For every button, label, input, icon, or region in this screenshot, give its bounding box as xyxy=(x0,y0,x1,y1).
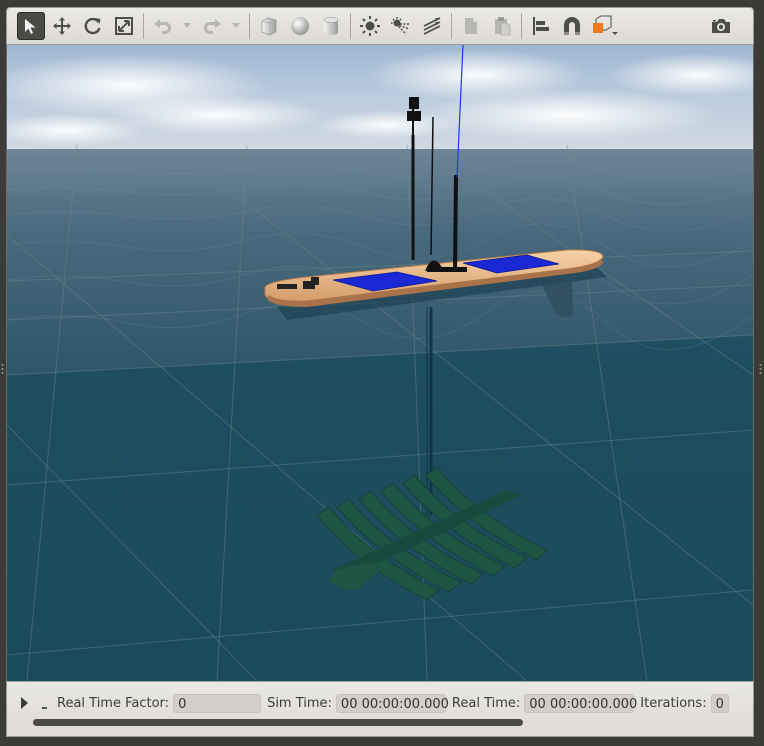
redo-icon xyxy=(204,19,221,34)
gazebo-window: Real Time Factor: 0 Sim Time: 00 00:00:0… xyxy=(0,0,764,746)
undo-history-button[interactable] xyxy=(180,12,194,40)
paste-button[interactable] xyxy=(488,12,516,40)
align-icon xyxy=(533,17,549,35)
copy-button[interactable] xyxy=(457,12,485,40)
snap-button[interactable] xyxy=(558,12,586,40)
point-light-button[interactable] xyxy=(356,12,384,40)
left-splitter-handle[interactable] xyxy=(1,362,4,376)
spot-light-button[interactable] xyxy=(387,12,415,40)
toolbar-separator xyxy=(451,13,452,39)
box-icon xyxy=(261,17,277,36)
chevron-down-icon xyxy=(183,23,191,28)
horizontal-scrollbar[interactable] xyxy=(33,719,523,726)
translate-mode-button[interactable] xyxy=(48,12,76,40)
step-indicator xyxy=(42,707,47,709)
sim-time-value: 00 00:00:00.000 xyxy=(335,693,449,713)
scene-viewport[interactable] xyxy=(6,45,754,681)
move-arrows-icon xyxy=(53,17,71,35)
right-splitter-handle[interactable] xyxy=(759,362,762,376)
magnet-icon xyxy=(564,17,580,35)
scale-mode-button[interactable] xyxy=(110,12,138,40)
sphere-icon xyxy=(291,17,309,35)
spotlight-icon xyxy=(391,17,410,35)
toolbar-separator xyxy=(249,13,250,39)
toolbar xyxy=(6,7,754,45)
toolbar-separator xyxy=(350,13,351,39)
cylinder-icon xyxy=(323,17,339,35)
redo-button[interactable] xyxy=(198,12,226,40)
real-time-value: 00 00:00:00.000 xyxy=(524,693,637,713)
chevron-down-icon xyxy=(232,23,240,28)
scale-icon xyxy=(115,17,133,35)
sphere-shape-button[interactable] xyxy=(286,12,314,40)
directional-light-icon xyxy=(423,17,441,35)
redo-history-button[interactable] xyxy=(229,12,243,40)
undo-button[interactable] xyxy=(149,12,177,40)
iterations-label: Iterations: xyxy=(640,695,707,711)
screenshot-button[interactable] xyxy=(707,12,735,40)
view-angle-icon xyxy=(593,15,618,35)
box-shape-button[interactable] xyxy=(255,12,283,40)
rtf-label: Real Time Factor: xyxy=(57,695,170,711)
real-time-label: Real Time: xyxy=(451,695,521,711)
sun-icon xyxy=(360,16,380,36)
ocean-scene[interactable] xyxy=(7,45,753,681)
rotate-mode-button[interactable] xyxy=(79,12,107,40)
sim-time-label: Sim Time: xyxy=(267,695,332,711)
time-panel-row: Real Time Factor: 0 Sim Time: 00 00:00:0… xyxy=(17,693,735,713)
copy-icon xyxy=(465,18,477,34)
play-icon[interactable] xyxy=(21,697,28,709)
undo-icon xyxy=(154,19,171,34)
cylinder-shape-button[interactable] xyxy=(317,12,345,40)
view-angle-button[interactable] xyxy=(589,12,621,40)
select-mode-button[interactable] xyxy=(17,12,45,40)
time-panel: Real Time Factor: 0 Sim Time: 00 00:00:0… xyxy=(6,681,754,737)
toolbar-separator xyxy=(521,13,522,39)
directional-light-button[interactable] xyxy=(418,12,446,40)
camera-icon xyxy=(712,19,730,33)
iterations-value: 0 xyxy=(710,693,729,713)
toolbar-separator xyxy=(143,13,144,39)
rotate-icon xyxy=(84,17,101,35)
paste-icon xyxy=(495,17,511,36)
align-button[interactable] xyxy=(527,12,555,40)
arrow-cursor-icon xyxy=(25,19,36,34)
rtf-value: 0 xyxy=(173,693,262,713)
